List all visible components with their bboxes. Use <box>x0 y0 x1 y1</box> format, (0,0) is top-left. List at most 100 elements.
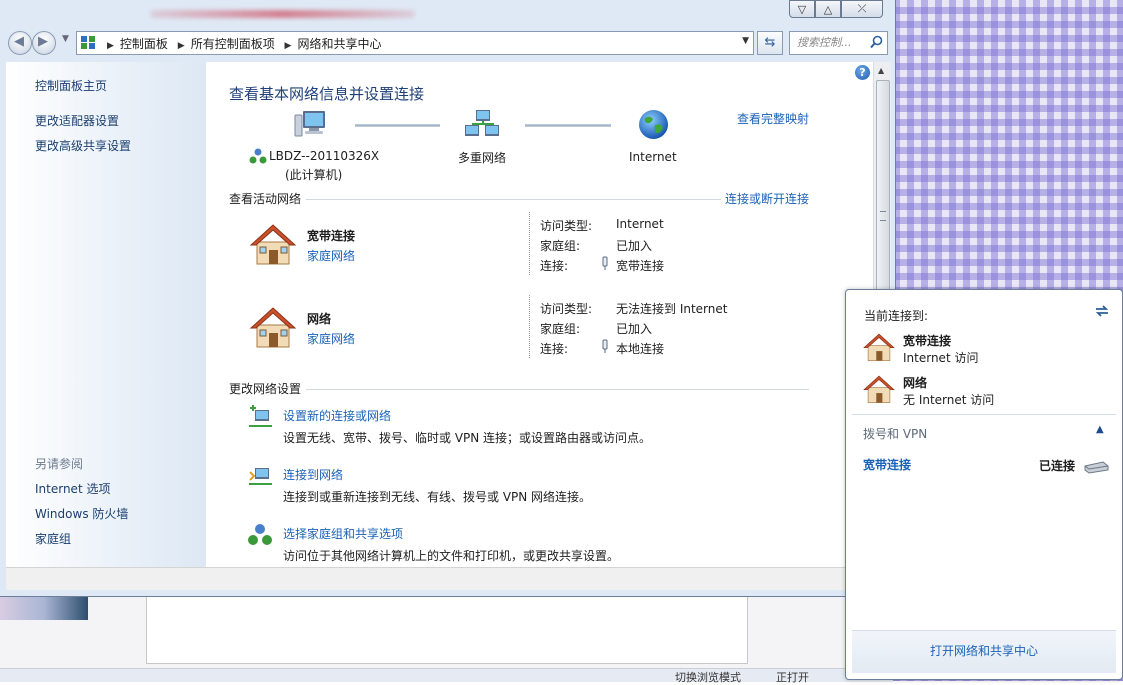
section-divider <box>306 389 809 390</box>
blurred-title <box>150 10 415 18</box>
network-type-link[interactable]: 家庭网络 <box>307 330 355 347</box>
section-divider <box>306 199 721 200</box>
connection-label: 连接: <box>540 259 569 273</box>
refresh-button[interactable]: ⇆ <box>757 31 783 55</box>
vpn-connection-status: 已连接 <box>1039 459 1076 473</box>
back-arrow-icon: ◀ <box>14 34 24 49</box>
flyout-header: 当前连接到: <box>864 309 929 323</box>
maximize-button[interactable]: △ <box>815 0 841 18</box>
homegroup-options-icon <box>248 524 272 545</box>
sidebar-link-sharing-settings[interactable]: 更改高级共享设置 <box>35 137 131 154</box>
multiple-networks-icon[interactable] <box>464 109 500 141</box>
new-connection-icon <box>249 405 272 427</box>
background-statusbar: 切换浏览模式 正打开 <box>0 668 893 684</box>
sidebar-link-homegroup[interactable]: 家庭组 <box>35 530 71 547</box>
setup-connection-link[interactable]: 设置新的连接或网络 <box>283 407 391 424</box>
flyout-connection-name[interactable]: 网络 <box>903 374 927 391</box>
network-sharing-center-window: ▽ △ ⤫ ◀ ▶ ▼ ▶ 控制面板 ▶ 所有控制面板项 ▶ 网络和共享中心 ▼ ⇆ <box>0 0 896 597</box>
sidebar-link-control-panel-home[interactable]: 控制面板主页 <box>35 77 107 94</box>
search-icon[interactable] <box>870 35 883 49</box>
collapse-chevron-icon[interactable]: ▲ <box>1096 424 1104 435</box>
homegroup-label: 家庭组: <box>540 239 581 253</box>
breadcrumb-separator: ▶ <box>107 41 114 51</box>
open-network-center-link[interactable]: 打开网络和共享中心 <box>930 644 1038 658</box>
connect-to-network-desc: 连接到或重新连接到无线、有线、拨号或 VPN 网络连接。 <box>283 490 592 504</box>
breadcrumb-all-items[interactable]: 所有控制面板项 <box>191 37 275 51</box>
search-box[interactable] <box>789 31 888 55</box>
home-network-icon <box>249 307 297 348</box>
minimize-button[interactable]: ▽ <box>789 0 815 18</box>
sidebar-link-adapter-settings[interactable]: 更改适配器设置 <box>35 112 119 129</box>
background-status-text-2: 正打开 <box>776 671 809 684</box>
home-network-icon <box>863 375 895 403</box>
connection-link[interactable]: 宽带连接 <box>616 257 664 274</box>
address-dropdown-icon[interactable]: ▼ <box>742 36 749 46</box>
breadcrumb-network-center[interactable]: 网络和共享中心 <box>297 37 381 51</box>
scroll-up-icon[interactable]: ▲ <box>878 66 884 75</box>
control-panel-icon <box>81 36 95 49</box>
access-type-label: 访问类型: <box>540 302 593 316</box>
homegroup-link[interactable]: 已加入 <box>616 320 652 337</box>
breadcrumb: ▶ 控制面板 ▶ 所有控制面板项 ▶ 网络和共享中心 <box>101 35 381 52</box>
dialup-vpn-header[interactable]: 拨号和 VPN <box>863 425 927 442</box>
network-type-link[interactable]: 家庭网络 <box>307 247 355 264</box>
internet-label: Internet <box>629 150 677 164</box>
home-network-icon <box>863 333 895 361</box>
navigation-bar: ◀ ▶ ▼ ▶ 控制面板 ▶ 所有控制面板项 ▶ 网络和共享中心 ▼ ⇆ <box>6 30 890 56</box>
refresh-icon[interactable] <box>1094 303 1110 319</box>
close-button[interactable]: ⤫ <box>841 0 883 18</box>
homegroup-small-icon <box>249 148 267 164</box>
flyout-connection-status: 无 Internet 访问 <box>903 393 995 407</box>
computer-icon[interactable] <box>294 109 328 139</box>
homegroup-options-desc: 访问位于其他网络计算机上的文件和打印机，或更改共享设置。 <box>283 549 620 563</box>
flyout-connection-name[interactable]: 宽带连接 <box>903 332 951 349</box>
breadcrumb-separator[interactable]: ▶ <box>178 41 185 51</box>
network-flyout: 当前连接到: 宽带连接 Internet 访问 网络 无 Internet 访问… <box>845 289 1123 680</box>
sidebar-link-internet-options[interactable]: Internet 选项 <box>35 480 110 497</box>
search-input[interactable] <box>795 35 869 50</box>
network-name: 网络 <box>307 312 332 326</box>
breadcrumb-separator[interactable]: ▶ <box>285 41 292 51</box>
homegroup-options-link[interactable]: 选择家庭组和共享选项 <box>283 525 403 542</box>
map-connection-line <box>355 124 440 127</box>
flyout-divider <box>852 414 1116 415</box>
page-title: 查看基本网络信息并设置连接 <box>229 85 425 103</box>
network-adapter-icon <box>602 339 608 353</box>
background-image <box>0 596 88 620</box>
home-network-icon <box>249 224 297 265</box>
background-status-text: 切换浏览模式 <box>675 671 741 684</box>
address-bar[interactable]: ▶ 控制面板 ▶ 所有控制面板项 ▶ 网络和共享中心 ▼ <box>76 31 754 55</box>
recent-pages-dropdown-icon[interactable]: ▼ <box>62 34 69 44</box>
active-networks-header: 查看活动网络 <box>229 192 302 206</box>
computer-name: LBDZ--20110326X <box>269 149 380 163</box>
map-connection-line-2 <box>525 124 611 127</box>
sidebar: 控制面板主页 更改适配器设置 更改高级共享设置 另请参阅 Internet 选项… <box>6 62 206 567</box>
access-type-label: 访问类型: <box>540 219 593 233</box>
scrollbar-grip <box>880 211 886 221</box>
connect-disconnect-link[interactable]: 连接或断开连接 <box>725 190 809 207</box>
computer-sub-label: (此计算机) <box>285 168 343 182</box>
back-button[interactable]: ◀ <box>8 31 32 55</box>
breadcrumb-control-panel[interactable]: 控制面板 <box>120 37 168 51</box>
homegroup-link[interactable]: 已加入 <box>616 237 652 254</box>
internet-globe-icon[interactable] <box>638 109 669 140</box>
view-full-map-link[interactable]: 查看完整映射 <box>737 110 809 127</box>
vpn-connection-name[interactable]: 宽带连接 <box>863 456 911 473</box>
window-controls: ▽ △ ⤫ <box>789 0 883 18</box>
forward-button[interactable]: ▶ <box>32 31 56 55</box>
setup-connection-desc: 设置无线、宽带、拨号、临时或 VPN 连接；或设置路由器或访问点。 <box>283 431 652 445</box>
connect-to-network-icon <box>249 468 272 485</box>
access-type-value: 无法连接到 Internet <box>616 302 728 316</box>
network-name: 宽带连接 <box>307 229 356 243</box>
connect-to-network-link[interactable]: 连接到网络 <box>283 466 343 483</box>
connection-link[interactable]: 本地连接 <box>616 340 664 357</box>
sidebar-link-firewall[interactable]: Windows 防火墙 <box>35 505 128 522</box>
access-type-value: Internet <box>616 217 664 231</box>
refresh-icon: ⇆ <box>764 35 776 50</box>
forward-arrow-icon: ▶ <box>38 34 48 49</box>
help-icon[interactable]: ? <box>855 65 870 80</box>
background-document <box>146 596 748 664</box>
connection-label: 连接: <box>540 342 569 356</box>
see-also-header: 另请参阅 <box>35 457 84 471</box>
flyout-footer: 打开网络和共享中心 <box>852 630 1116 673</box>
